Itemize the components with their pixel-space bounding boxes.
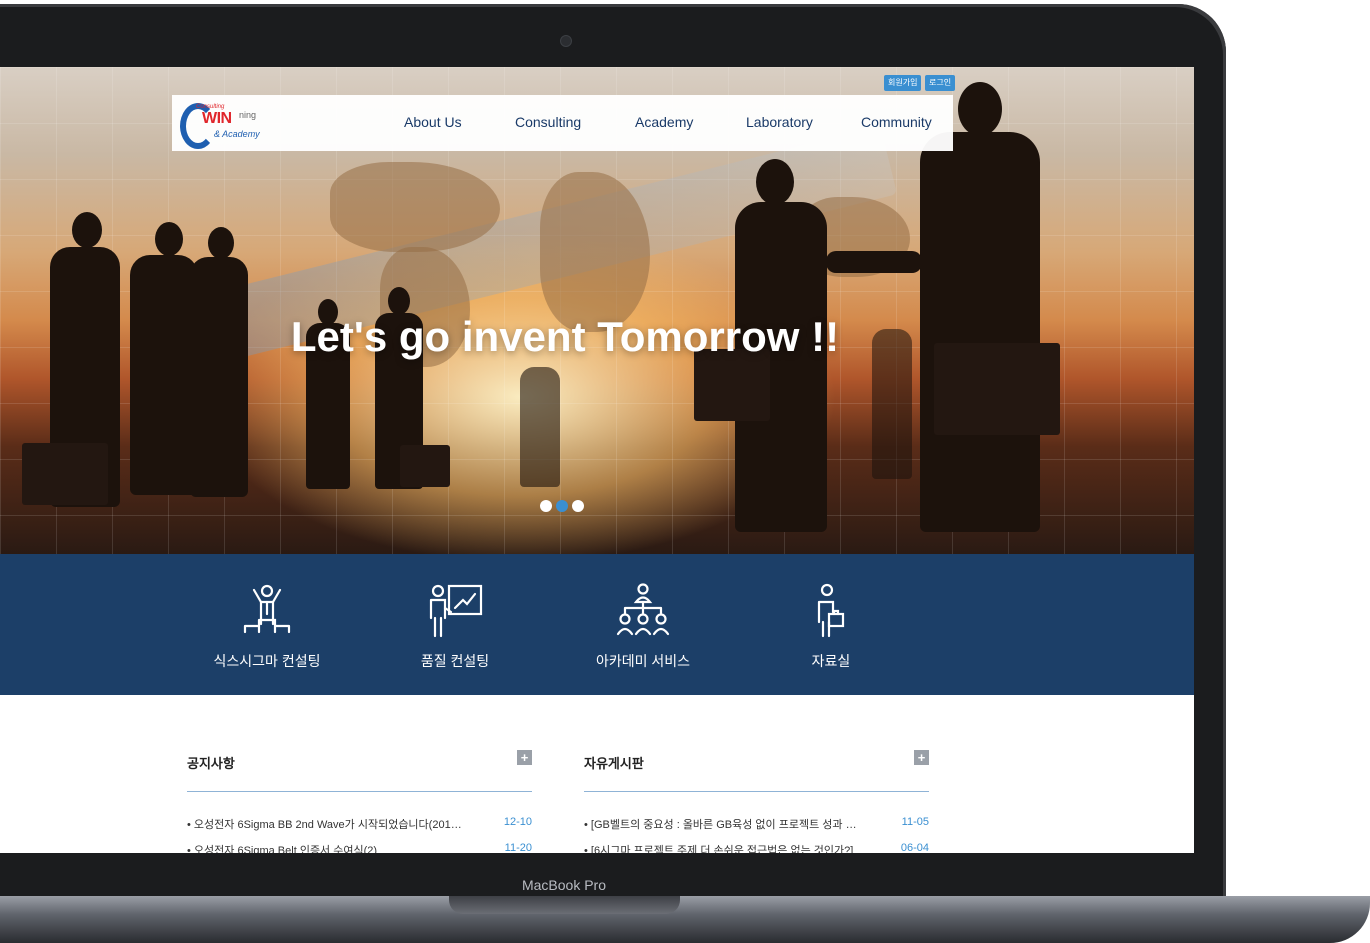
laptop-base [0, 896, 1370, 943]
slider-dot-2[interactable] [556, 500, 568, 512]
silhouette-head [155, 222, 183, 256]
post-title: • [6시그마 프로젝트 주제 더 손쉬운 접근법은 없는 것인가?] [584, 842, 864, 853]
top-navigation: Consulting WIN ning & Academy About Us C… [172, 95, 953, 151]
laptop-base-notch [449, 896, 680, 914]
post-title: • 오성전자 6Sigma BB 2nd Wave가 시작되었습니다(201… [187, 819, 462, 831]
map-africa [540, 172, 650, 332]
silhouette-head [958, 82, 1002, 136]
service-six-sigma[interactable]: 식스시그마 컨설팅 [177, 554, 357, 695]
nav-about-us[interactable]: About Us [404, 114, 462, 130]
logo-academy-text: & Academy [214, 129, 260, 139]
presentation-board-icon [429, 584, 483, 638]
slider-dot-1[interactable] [540, 500, 552, 512]
nav-laboratory[interactable]: Laboratory [746, 114, 813, 130]
camera-icon [560, 35, 572, 47]
logo-win-text: WIN [202, 110, 232, 127]
post-title-text: [GB벨트의 중요성 : 올바른 GB육성 없이 프로젝트 성과 기대할… [590, 819, 864, 831]
device-label: MacBook Pro [521, 877, 607, 893]
post-title: • 오성전자 6Sigma Belt 인증서 수여식(2) [187, 842, 467, 853]
signup-link[interactable]: 회원가입 [884, 75, 922, 91]
service-academy[interactable]: 아카데미 서비스 [553, 554, 733, 695]
silhouette-head [208, 227, 234, 259]
post-title: • [GB벨트의 중요성 : 올바른 GB육성 없이 프로젝트 성과 기대할… [584, 816, 864, 832]
silhouette-walker-blurred [520, 367, 560, 487]
board-title: 공지사항 [187, 756, 235, 771]
silhouette-head [388, 287, 410, 315]
login-link[interactable]: 로그인 [925, 75, 956, 91]
logo-ning-text: ning [239, 110, 257, 120]
service-band: 식스시그마 컨설팅 품질 컨설팅 아카데미 서비스 자료실 [0, 554, 1194, 695]
service-label: 품질 컨설팅 [420, 653, 490, 669]
post-date: 11-05 [901, 816, 929, 828]
silhouette-person [130, 255, 198, 495]
post-date: 06-04 [900, 842, 929, 853]
plus-icon[interactable]: + [914, 750, 929, 765]
nav-consulting[interactable]: Consulting [515, 114, 581, 130]
post-title-text: [6시그마 프로젝트 주제 더 손쉬운 접근법은 없는 것인가?] [590, 845, 854, 853]
post-date: 11-20 [504, 842, 532, 853]
briefcase-silhouette [22, 443, 108, 505]
hero-banner: 회원가입 로그인 Consulting WIN ning & Academy A… [0, 67, 1194, 554]
plus-icon[interactable]: + [517, 750, 532, 765]
service-label: 자료실 [811, 653, 851, 669]
browser-screen: 회원가입 로그인 Consulting WIN ning & Academy A… [0, 67, 1194, 853]
service-label: 식스시그마 컨설팅 [213, 653, 321, 669]
map-north-america [330, 162, 500, 252]
silhouette-person [190, 257, 248, 497]
site-logo[interactable]: Consulting WIN ning & Academy [180, 101, 290, 149]
silhouette-head [72, 212, 102, 248]
service-archive[interactable]: 자료실 [741, 554, 921, 695]
org-chart-icon [616, 583, 670, 636]
person-briefcase-icon [817, 583, 845, 638]
post-title-text: 오성전자 6Sigma BB 2nd Wave가 시작되었습니다(201… [193, 819, 462, 831]
briefcase-silhouette [400, 445, 450, 487]
handshake-arms [826, 251, 922, 273]
nav-community[interactable]: Community [861, 114, 932, 130]
board-divider [584, 791, 929, 792]
post-date: 12-10 [503, 816, 532, 828]
board-divider [187, 791, 532, 792]
slider-dot-3[interactable] [572, 500, 584, 512]
service-quality[interactable]: 품질 컨설팅 [365, 554, 545, 695]
post-title-text: 오성전자 6Sigma Belt 인증서 수여식(2) [193, 845, 378, 853]
hero-slogan: Let's go invent Tomorrow !! [290, 313, 840, 360]
silhouette-head [756, 159, 794, 205]
service-label: 아카데미 서비스 [595, 653, 691, 669]
nav-academy[interactable]: Academy [635, 114, 693, 130]
podium-person-icon [243, 584, 291, 634]
board-title: 자유게시판 [584, 756, 644, 771]
